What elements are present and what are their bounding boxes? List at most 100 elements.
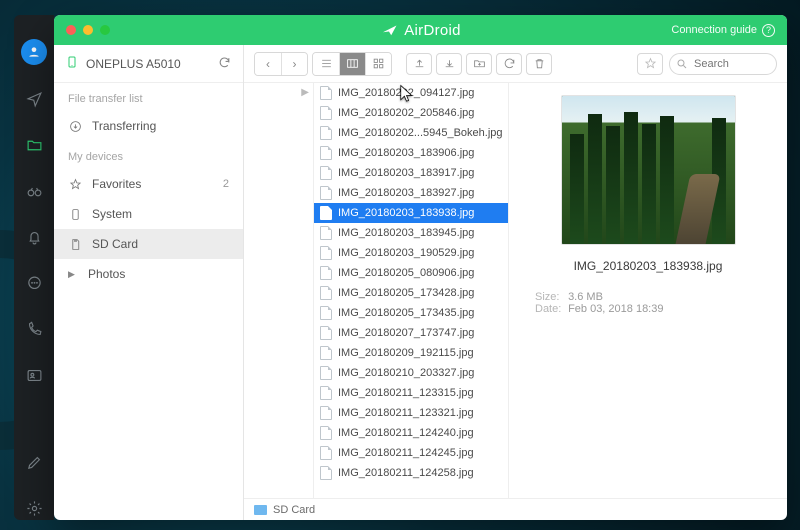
send-icon[interactable]: [14, 87, 54, 111]
section-transfer-header: File transfer list: [54, 83, 243, 111]
view-segment: [312, 52, 392, 76]
file-icon: [320, 226, 332, 240]
help-icon: ?: [762, 24, 775, 37]
toolbar: ‹ ›: [244, 45, 787, 83]
file-name: IMG_20180211_124240.jpg: [338, 427, 474, 439]
device-name: ONEPLUS A5010: [86, 57, 218, 71]
file-row[interactable]: IMG_20180209_192115.jpg: [314, 343, 508, 363]
file-icon: [320, 426, 332, 440]
file-icon: [320, 386, 332, 400]
maximize-button[interactable]: [100, 25, 110, 35]
app-brand: AirDroid: [380, 21, 461, 39]
file-row[interactable]: IMG_20180205_080906.jpg: [314, 263, 508, 283]
file-row[interactable]: IMG_20180202_205846.jpg: [314, 103, 508, 123]
sdcard-icon: [68, 238, 82, 251]
profile-avatar[interactable]: [21, 39, 47, 65]
file-icon: [320, 446, 332, 460]
file-row[interactable]: IMG_20180203_183906.jpg: [314, 143, 508, 163]
minimize-button[interactable]: [83, 25, 93, 35]
file-row[interactable]: IMG_20180211_123315.jpg: [314, 383, 508, 403]
refresh-device-button[interactable]: [218, 56, 231, 72]
sidebar-item-sdcard[interactable]: SD Card: [54, 229, 243, 259]
file-name: IMG_20180211_123321.jpg: [338, 407, 474, 419]
view-grid-button[interactable]: [365, 53, 391, 75]
file-name: IMG_20180203_190529.jpg: [338, 247, 474, 259]
file-row[interactable]: IMG_20180203_183917.jpg: [314, 163, 508, 183]
refresh-button[interactable]: [496, 53, 522, 75]
file-row[interactable]: IMG_20180203_183945.jpg: [314, 223, 508, 243]
search-icon: [676, 57, 688, 75]
file-row[interactable]: IMG_20180211_123321.jpg: [314, 403, 508, 423]
preview-pane: IMG_20180203_183938.jpg Size: 3.6 MB Dat…: [509, 83, 787, 498]
binoculars-icon[interactable]: [14, 179, 54, 203]
download-circle-icon: [68, 120, 82, 133]
file-row[interactable]: IMG_20180207_173747.jpg: [314, 323, 508, 343]
preview-meta: Size: 3.6 MB Date: Feb 03, 2018 18:39: [525, 291, 663, 315]
file-icon: [320, 166, 332, 180]
file-icon: [320, 466, 332, 480]
file-name: IMG_20180203_183945.jpg: [338, 227, 474, 239]
files-icon[interactable]: [14, 133, 54, 157]
phone-icon: [66, 54, 78, 73]
upload-button[interactable]: [406, 53, 432, 75]
preview-thumbnail: [561, 95, 736, 245]
file-row[interactable]: IMG_20180211_124245.jpg: [314, 443, 508, 463]
file-name: IMG_20180202_205846.jpg: [338, 107, 474, 119]
back-button[interactable]: ‹: [255, 53, 281, 75]
view-list-button[interactable]: [313, 53, 339, 75]
delete-button[interactable]: [526, 53, 552, 75]
file-row[interactable]: IMG_20180203_190529.jpg: [314, 243, 508, 263]
file-row[interactable]: IMG_20180211_124240.jpg: [314, 423, 508, 443]
preview-size: 3.6 MB: [568, 291, 603, 303]
titlebar: AirDroid Connection guide ?: [54, 15, 787, 45]
connection-guide-link[interactable]: Connection guide ?: [671, 24, 775, 37]
section-devices-header: My devices: [54, 141, 243, 169]
column-nav: ▶: [244, 83, 314, 498]
file-row[interactable]: IMG_20180202...5945_Bokeh.jpg: [314, 123, 508, 143]
preview-filename: IMG_20180203_183938.jpg: [574, 259, 723, 273]
file-list[interactable]: IMG_20180202_094127.jpg IMG_20180202_2058…: [314, 83, 509, 498]
phone-icon: [68, 208, 82, 221]
file-name: IMG_20180210_203327.jpg: [338, 367, 474, 379]
file-row[interactable]: IMG_20180210_203327.jpg: [314, 363, 508, 383]
message-icon[interactable]: [14, 271, 54, 295]
file-name: IMG_20180203_183938.jpg: [338, 207, 474, 219]
sidebar-item-favorites[interactable]: Favorites 2: [54, 169, 243, 199]
file-name: IMG_20180205_080906.jpg: [338, 267, 474, 279]
file-icon: [320, 246, 332, 260]
file-icon: [320, 86, 332, 100]
file-row[interactable]: IMG_20180202_094127.jpg: [314, 83, 508, 103]
contact-card-icon[interactable]: [14, 363, 54, 387]
forward-button[interactable]: ›: [281, 53, 307, 75]
edit-icon[interactable]: [14, 450, 54, 474]
close-button[interactable]: [66, 25, 76, 35]
sidebar-item-transferring[interactable]: Transferring: [54, 111, 243, 141]
file-row[interactable]: IMG_20180205_173428.jpg: [314, 283, 508, 303]
file-icon: [320, 306, 332, 320]
file-name: IMG_20180203_183906.jpg: [338, 147, 474, 159]
file-icon: [320, 266, 332, 280]
file-row[interactable]: IMG_20180211_124258.jpg: [314, 463, 508, 483]
phone-icon[interactable]: [14, 317, 54, 341]
file-icon: [320, 126, 332, 140]
file-row[interactable]: IMG_20180205_173435.jpg: [314, 303, 508, 323]
new-folder-button[interactable]: [466, 53, 492, 75]
bell-icon[interactable]: [14, 225, 54, 249]
settings-icon[interactable]: [14, 496, 54, 520]
file-name: IMG_20180205_173435.jpg: [338, 307, 474, 319]
app-window: AirDroid Connection guide ? ONEPLUS A501…: [54, 15, 787, 520]
sidebar-item-system[interactable]: System: [54, 199, 243, 229]
file-row[interactable]: IMG_20180203_183938.jpg: [314, 203, 508, 223]
file-name: IMG_20180209_192115.jpg: [338, 347, 474, 359]
file-name: IMG_20180202_094127.jpg: [338, 87, 474, 99]
download-button[interactable]: [436, 53, 462, 75]
view-columns-button[interactable]: [339, 53, 365, 75]
file-row[interactable]: IMG_20180203_183927.jpg: [314, 183, 508, 203]
caret-right-icon: ▶: [301, 87, 309, 98]
favorite-button[interactable]: [637, 53, 663, 75]
file-name: IMG_20180211_123315.jpg: [338, 387, 474, 399]
sidebar-item-photos[interactable]: ▶ Photos: [54, 259, 243, 289]
file-name: IMG_20180211_124258.jpg: [338, 467, 474, 479]
file-name: IMG_20180203_183917.jpg: [338, 167, 474, 179]
star-icon: [68, 178, 82, 191]
